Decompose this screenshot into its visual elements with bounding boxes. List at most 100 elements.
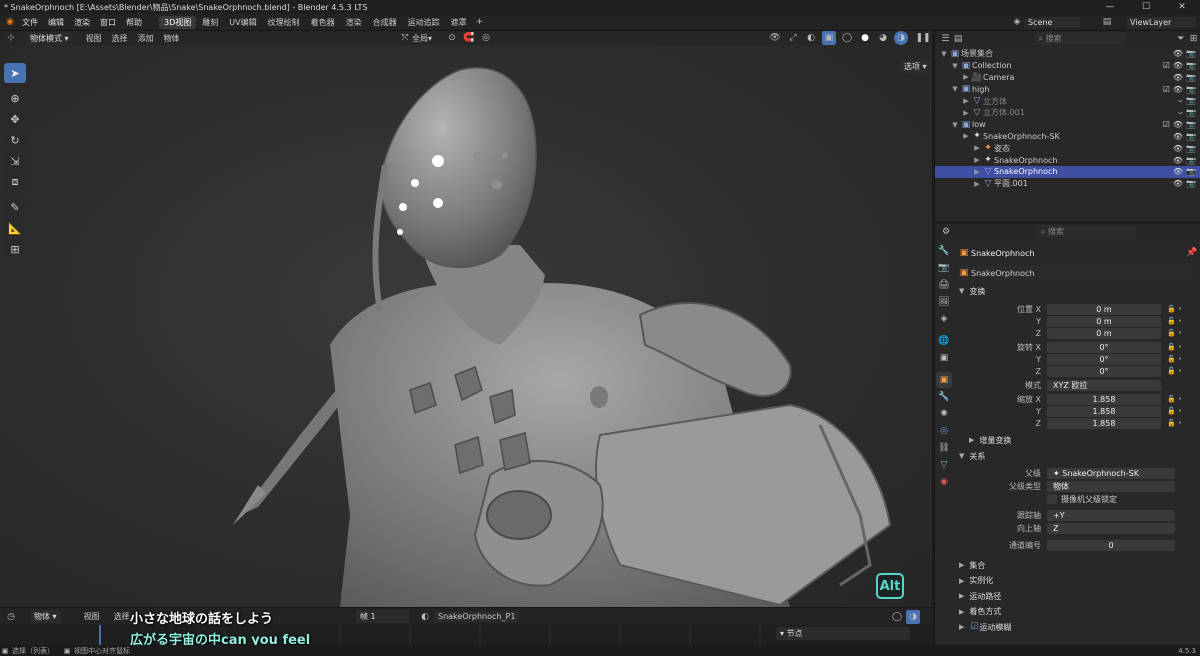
tool-icon[interactable]: 🔧 (936, 243, 952, 259)
expand-arrow-icon[interactable]: ▼ (939, 50, 949, 58)
menu-item[interactable]: 渲染 (69, 17, 95, 28)
eye-icon[interactable]: 👁 (1173, 132, 1183, 141)
outliner-item[interactable]: ▶ ✦ SnakeOrphnoch-SK 👁 📷 (935, 131, 1200, 143)
viewport-menu-item[interactable]: 物体 (159, 33, 185, 44)
lock-icon[interactable]: 🔓 • (1167, 329, 1182, 337)
action-selector[interactable]: SnakeOrphnoch_P1 (434, 611, 520, 622)
overlay-icon[interactable]: ◐ (804, 31, 818, 45)
render-camera-icon[interactable]: 📷 (1186, 73, 1196, 82)
proportional-edit-icon[interactable]: ◎ (479, 31, 493, 45)
rendered-icon[interactable]: ◑ (894, 31, 908, 45)
maximize-button[interactable]: ☐ (1128, 0, 1164, 14)
material-icon[interactable]: ◉ (936, 474, 952, 490)
render-camera-icon[interactable]: 📷 (1186, 144, 1196, 153)
eye-icon[interactable]: ⌣ (1178, 96, 1183, 106)
scale-y-field[interactable]: 1.858 (1047, 405, 1161, 417)
render-camera-icon[interactable]: 📷 (1186, 49, 1196, 58)
scale-z-field[interactable]: 1.858 (1047, 417, 1161, 429)
workspace-tab[interactable]: 渲染 (341, 16, 367, 29)
rotation-y-field[interactable]: 0° (1047, 353, 1161, 365)
keyframe-icon[interactable]: ◯ (890, 610, 904, 624)
lock-icon[interactable]: 🔓 • (1167, 407, 1182, 415)
frame-field[interactable]: 帧 1 (356, 610, 410, 623)
outliner-item[interactable]: ▶ ▽ 立方体.001 ⌣ 📷 (935, 107, 1200, 119)
outliner-item[interactable]: ▶ ▽ SnakeOrphnoch 👁 📷 (935, 165, 1200, 178)
scene-icon[interactable]: ◈ (936, 311, 952, 327)
snap-icon[interactable]: 🧲 (462, 31, 476, 45)
relations-panel-header[interactable]: ▼ 关系 (959, 449, 985, 463)
timeline-mode[interactable]: 物体 ▾ (30, 610, 61, 623)
collapsed-panel-header[interactable]: ▶ 集合 (959, 558, 985, 572)
outliner-editor-icon[interactable]: ☰ (939, 32, 952, 46)
collapsed-panel-header[interactable]: ▶ 着色方式 (959, 605, 1001, 619)
motion-blur-checkbox[interactable]: ☑ (969, 620, 979, 634)
render-camera-icon[interactable]: 📷 (1186, 156, 1196, 165)
render-camera-icon[interactable]: 📷 (1186, 108, 1196, 118)
properties-editor-icon[interactable]: ⚙ (939, 225, 953, 239)
expand-arrow-icon[interactable]: ▼ (950, 121, 960, 129)
render-icon[interactable]: 📷 (936, 260, 952, 276)
up-axis-dropdown[interactable]: Z (1047, 522, 1175, 534)
cursor-select-icon[interactable]: ➤ (4, 63, 26, 83)
viewlayer-selector[interactable]: ViewLayer (1126, 16, 1196, 28)
lock-icon[interactable]: 🔓 • (1167, 305, 1182, 313)
eye-icon[interactable]: 👁 (1173, 85, 1183, 94)
eye-icon[interactable]: 👁 (1173, 179, 1183, 188)
render-camera-icon[interactable]: 📷 (1186, 120, 1196, 129)
expand-arrow-icon[interactable]: ▶ (972, 144, 982, 152)
material-preview-icon[interactable]: ◕ (876, 31, 890, 45)
transform-panel-header[interactable]: ▼ 变换 (959, 284, 985, 298)
include-checkbox-icon[interactable]: ☑ (1163, 120, 1170, 129)
workspace-tab[interactable]: UV编辑 (224, 16, 261, 29)
pin-icon[interactable]: 📌 (1185, 246, 1199, 260)
mode-selector[interactable]: 物体模式 ▾ (26, 31, 73, 45)
parent-field[interactable]: ✦ SnakeOrphnoch-SK (1047, 467, 1175, 479)
eye-icon[interactable]: 👁 (1173, 120, 1183, 129)
pass-index-field[interactable]: 0 (1047, 539, 1175, 551)
scale-x-field[interactable]: 1.858 (1047, 393, 1161, 405)
lock-icon[interactable]: 🔓 • (1167, 419, 1182, 427)
viewport-menu-item[interactable]: 视图 (81, 33, 107, 44)
eye-icon[interactable]: 👁 (1173, 73, 1183, 82)
3d-viewport[interactable]: ➤ ⊕ ✥ ↻ ⇲ ⧈ ✎ 📐 ⊞ Alt 选项 ▾ (0, 45, 932, 607)
outliner-item[interactable]: ▶ ▽ 平面.001 👁 📷 (935, 178, 1200, 190)
collapsed-panel-header[interactable]: ▶ ☑ 运动模糊 (959, 620, 1011, 634)
expand-arrow-icon[interactable]: ▶ (961, 97, 971, 105)
blender-logo-icon[interactable]: ◉ (3, 15, 17, 29)
expand-arrow-icon[interactable]: ▶ (972, 156, 982, 164)
move-icon[interactable]: ✥ (4, 109, 26, 129)
location-x-field[interactable]: 0 m (1047, 303, 1161, 315)
menu-item[interactable]: 窗口 (95, 17, 121, 28)
workspace-tab[interactable]: 雕刻 (197, 16, 223, 29)
object-name-field[interactable]: ▣ SnakeOrphnoch (957, 266, 1193, 280)
outliner-item[interactable]: ▶ 🎥 Camera 👁 📷 (935, 72, 1200, 84)
expand-arrow-icon[interactable]: ▶ (972, 168, 982, 176)
transform-orientation[interactable]: ⤧ 全局 ▾ (398, 31, 432, 45)
visibility-icon[interactable]: 👁 (768, 31, 782, 45)
camera-lock-checkbox[interactable] (1047, 494, 1057, 504)
location-z-field[interactable]: 0 m (1047, 327, 1161, 339)
workspace-tab[interactable]: 纹理绘制 (263, 16, 305, 29)
solid-shading-icon[interactable]: ● (858, 31, 872, 45)
outliner-item[interactable]: ▼ ▣ 场景集合 👁 📷 (935, 48, 1200, 60)
expand-arrow-icon[interactable]: ▶ (961, 73, 971, 81)
delta-transform-header[interactable]: ▶ 增量变换 (969, 433, 1011, 447)
outliner-search[interactable]: ⌕ 搜索 (1034, 32, 1127, 45)
properties-search[interactable]: ⌕ 搜索 (1037, 225, 1137, 238)
menu-item[interactable]: 编辑 (43, 17, 69, 28)
viewport-menu-item[interactable]: 添加 (133, 33, 159, 44)
lock-icon[interactable]: 🔓 • (1167, 367, 1182, 375)
menu-item[interactable]: 帮助 (121, 17, 147, 28)
modifier-icon[interactable]: 🔧 (936, 389, 952, 405)
include-checkbox-icon[interactable]: ☑ (1163, 85, 1170, 94)
add-workspace-icon[interactable]: + (473, 15, 487, 29)
add-cube-icon[interactable]: ⊞ (4, 239, 26, 259)
lock-icon[interactable]: 🔓 • (1167, 395, 1182, 403)
close-button[interactable]: ✕ (1164, 0, 1200, 14)
eye-icon[interactable]: 👁 (1173, 61, 1183, 70)
display-mode-icon[interactable]: ▤ (952, 32, 965, 46)
editor-type-icon[interactable]: ⊹ (4, 31, 18, 45)
lock-icon[interactable]: 🔓 • (1167, 355, 1182, 363)
object-icon[interactable]: ▣ (936, 372, 952, 388)
scene-selector[interactable]: Scene (1024, 16, 1080, 28)
